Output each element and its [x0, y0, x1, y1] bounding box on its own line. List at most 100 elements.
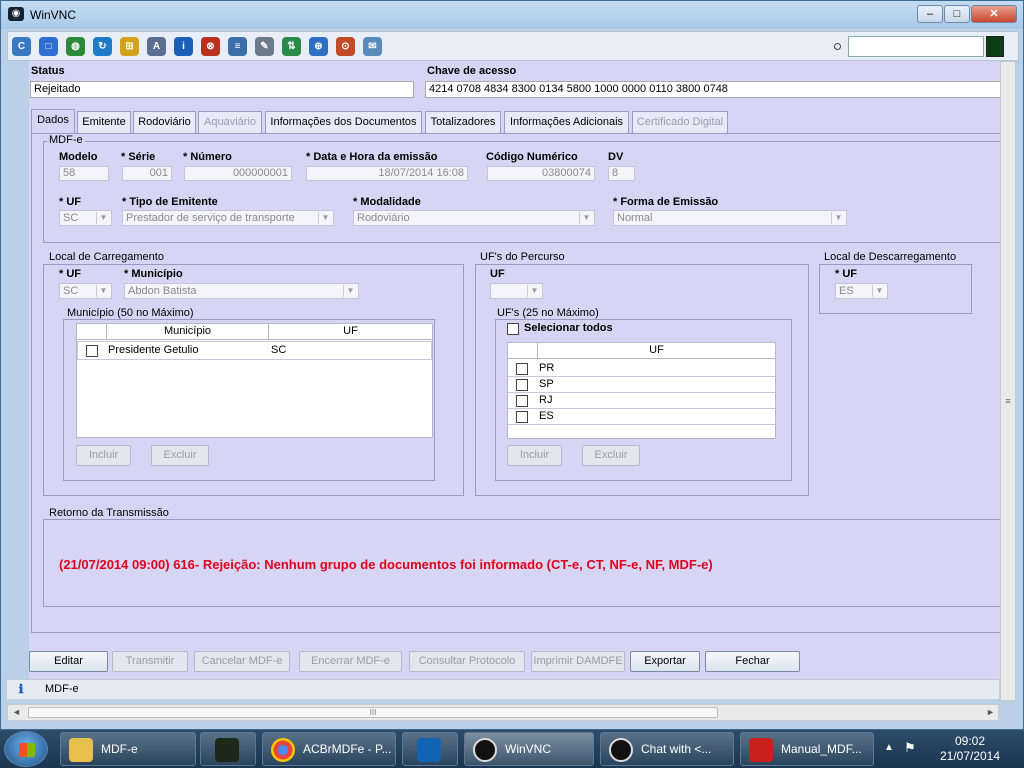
tab-dados[interactable]: Dados [31, 109, 75, 134]
task-winvnc[interactable]: WinVNC [464, 732, 594, 766]
chave-field[interactable]: 4214 0708 4834 8300 0134 5800 1000 0000 … [425, 81, 1001, 98]
info-icon[interactable]: i [174, 37, 193, 56]
toolbar-input[interactable] [848, 36, 984, 57]
close-circle-icon[interactable]: ⊗ [201, 37, 220, 56]
tab-certificado-digital[interactable]: Certificado Digital [632, 111, 728, 133]
chevron-down-icon: ▼ [579, 212, 593, 224]
grid-header-uf[interactable]: UF [538, 343, 775, 359]
encerrar-mdfe-button[interactable]: Encerrar MDF-e [299, 651, 402, 672]
percurso-uf-label: UF [490, 268, 505, 280]
chevron-down-icon: ▼ [96, 212, 110, 224]
tab-informacoes-adicionais[interactable]: Informações Adicionais [504, 111, 629, 133]
select-all-label[interactable]: Selecionar todos [524, 322, 613, 334]
row-checkbox[interactable] [516, 395, 528, 407]
exportar-button[interactable]: Exportar [630, 651, 700, 672]
carregamento-uf-select[interactable]: SC ▼ [59, 283, 112, 299]
carregamento-excluir-button[interactable]: Excluir [151, 445, 209, 466]
serie-field[interactable]: 001 [122, 166, 172, 181]
chat-icon[interactable]: ✉ [363, 37, 382, 56]
windows-logo-icon [19, 743, 35, 757]
show-hidden-icons-icon[interactable]: ▲ [884, 742, 894, 753]
task-label: Manual_MDF... [781, 742, 862, 756]
vertical-scrollbar[interactable]: ≡ [1000, 61, 1016, 701]
outlook-icon [417, 738, 441, 762]
transfer-icon[interactable]: ⇅ [282, 37, 301, 56]
scroll-thumb[interactable]: III [28, 707, 718, 718]
ctrl-alt-del-icon[interactable]: C [12, 37, 31, 56]
percurso-excluir-button[interactable]: Excluir [582, 445, 640, 466]
radio-dot-icon[interactable] [834, 43, 841, 50]
fullscreen-icon[interactable]: □ [39, 37, 58, 56]
cancelar-mdfe-button[interactable]: Cancelar MDF-e [194, 651, 290, 672]
tab-rodoviario[interactable]: Rodoviário [133, 111, 196, 133]
title-bar[interactable]: ◉ WinVNC – □ ✕ [1, 1, 1023, 29]
task-chat[interactable]: Chat with <... [600, 732, 734, 766]
horizontal-scrollbar[interactable]: ◄ III ► [7, 704, 999, 721]
percurso-uf-select[interactable]: ▼ [490, 283, 543, 299]
row-checkbox[interactable] [86, 345, 98, 357]
descarregamento-uf-select[interactable]: ES ▼ [835, 283, 888, 299]
maximize-button[interactable]: □ [944, 5, 970, 23]
table-row[interactable]: RJ [508, 393, 775, 409]
modalidade-select[interactable]: Rodoviário ▼ [353, 210, 595, 226]
task-manual-pdf[interactable]: Manual_MDF... [740, 732, 874, 766]
data-emissao-field[interactable]: 18/07/2014 16:08 [306, 166, 468, 181]
select-all-checkbox[interactable] [507, 323, 519, 335]
transmitir-button[interactable]: Transmitir [112, 651, 188, 672]
table-row[interactable]: Presidente Getulio SC [77, 341, 432, 360]
tipo-emitente-select[interactable]: Prestador de serviço de transporte ▼ [122, 210, 334, 226]
globe-icon[interactable]: ◍ [66, 37, 85, 56]
percurso-incluir-button[interactable]: Incluir [507, 445, 562, 466]
status-field[interactable]: Rejeitado [30, 81, 414, 98]
tab-informacoes-documentos[interactable]: Informações dos Documentos [265, 111, 422, 133]
grid-header-municipio[interactable]: Município [107, 324, 269, 340]
dv-field[interactable]: 8 [608, 166, 635, 181]
task-outlook[interactable] [402, 732, 458, 766]
task-chrome[interactable]: ACBrMDFe - P... [262, 732, 396, 766]
codigo-numerico-field[interactable]: 03800074 [487, 166, 595, 181]
table-row[interactable]: PR [508, 361, 775, 377]
municipio-grid: Município UF Presidente Getulio SC [76, 323, 433, 438]
forma-emissao-select[interactable]: Normal ▼ [613, 210, 847, 226]
row-checkbox[interactable] [516, 379, 528, 391]
tab-totalizadores[interactable]: Totalizadores [425, 111, 501, 133]
task-ibe[interactable] [200, 732, 256, 766]
data-emissao-label: * Data e Hora da emissão [306, 151, 438, 163]
scroll-left-arrow-icon[interactable]: ◄ [12, 707, 21, 717]
carregamento-incluir-button[interactable]: Incluir [76, 445, 131, 466]
uf-select[interactable]: SC ▼ [59, 210, 112, 226]
clock[interactable]: 09:02 21/07/2014 [930, 734, 1010, 764]
municipio-select[interactable]: Abdon Batista ▼ [124, 283, 359, 299]
options-icon[interactable]: ≡ [228, 37, 247, 56]
row-checkbox[interactable] [516, 363, 528, 375]
tipo-emitente-value: Prestador de serviço de transporte [126, 212, 295, 224]
abc-icon[interactable]: A [147, 37, 166, 56]
tab-aquaviario[interactable]: Aquaviário [198, 111, 262, 133]
task-mdfe-folder[interactable]: MDF-e [60, 732, 196, 766]
close-button[interactable]: ✕ [971, 5, 1017, 23]
row-uf: ES [539, 410, 554, 422]
refresh-icon[interactable]: ↻ [93, 37, 112, 56]
editar-button[interactable]: Editar [29, 651, 108, 672]
imprimir-damdfe-button[interactable]: Imprimir DAMDFE [531, 651, 625, 672]
fechar-button[interactable]: Fechar [705, 651, 800, 672]
numero-field[interactable]: 000000001 [184, 166, 292, 181]
target-icon[interactable]: ⊙ [336, 37, 355, 56]
minimize-button[interactable]: – [917, 5, 943, 23]
windows-icon[interactable]: ⊞ [120, 37, 139, 56]
numero-label: * Número [183, 151, 232, 163]
chevron-down-icon: ▼ [872, 285, 886, 297]
grid-header-uf[interactable]: UF [269, 324, 432, 340]
scroll-right-arrow-icon[interactable]: ► [986, 707, 995, 717]
action-center-flag-icon[interactable]: ⚑ [904, 740, 920, 756]
scroll-thumb-grip-icon[interactable]: ≡ [1002, 396, 1014, 406]
row-checkbox[interactable] [516, 411, 528, 423]
tab-emitente[interactable]: Emitente [77, 111, 131, 133]
start-button[interactable] [4, 731, 48, 767]
zoom-icon[interactable]: ⊕ [309, 37, 328, 56]
table-row[interactable]: ES [508, 409, 775, 425]
modelo-field[interactable]: 58 [59, 166, 109, 181]
tool-icon[interactable]: ✎ [255, 37, 274, 56]
consultar-protocolo-button[interactable]: Consultar Protocolo [409, 651, 525, 672]
table-row[interactable]: SP [508, 377, 775, 393]
